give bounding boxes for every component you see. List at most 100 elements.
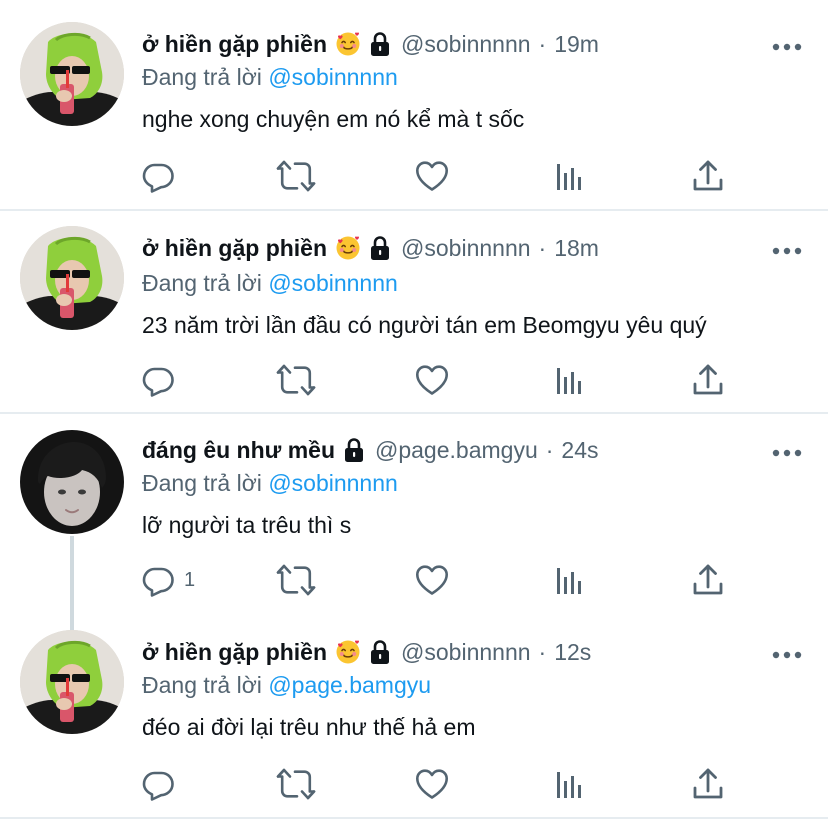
heart-icon bbox=[414, 362, 450, 398]
smiling-face-with-hearts-icon bbox=[335, 639, 361, 665]
reply-button[interactable] bbox=[140, 362, 184, 398]
analytics-icon bbox=[552, 766, 588, 802]
replying-to-label: Đang trả lời bbox=[142, 270, 262, 296]
timestamp[interactable]: 12s bbox=[554, 639, 591, 666]
retweet-icon bbox=[276, 362, 316, 398]
share-icon bbox=[690, 362, 726, 398]
replying-to-label: Đang trả lời bbox=[142, 672, 262, 698]
display-name[interactable]: đáng êu như mều bbox=[142, 437, 335, 464]
like-button[interactable] bbox=[414, 766, 450, 802]
tweet-actions bbox=[140, 766, 740, 802]
avatar[interactable] bbox=[20, 430, 124, 534]
tweet-actions bbox=[140, 362, 740, 398]
separator-dot: · bbox=[538, 638, 547, 665]
display-name[interactable]: ở hiền gặp phiền bbox=[142, 639, 327, 666]
replying-to: Đang trả lời @page.bamgyu bbox=[142, 672, 431, 699]
reply-count: 1 bbox=[184, 568, 196, 591]
reply-mention-link[interactable]: @sobinnnnn bbox=[268, 64, 398, 90]
tweet-text: nghe xong chuyện em nó kể mà t sốc bbox=[142, 106, 525, 132]
retweet-button[interactable] bbox=[276, 562, 316, 598]
retweet-icon bbox=[276, 562, 316, 598]
user-handle[interactable]: @page.bamgyu bbox=[375, 437, 538, 464]
heart-icon bbox=[414, 562, 450, 598]
lock-icon bbox=[343, 437, 365, 463]
views-button[interactable] bbox=[552, 766, 588, 802]
replying-to: Đang trả lời @sobinnnnn bbox=[142, 270, 398, 297]
replying-to-label: Đang trả lời bbox=[142, 64, 262, 90]
avatar[interactable] bbox=[20, 22, 124, 126]
tweet-text: đéo ai đời lại trêu như thế hả em bbox=[142, 714, 476, 740]
replying-to: Đang trả lời @sobinnnnn bbox=[142, 64, 398, 91]
reply-icon bbox=[140, 562, 176, 598]
tweet-actions: 1 bbox=[140, 562, 740, 598]
user-handle[interactable]: @sobinnnnn bbox=[401, 31, 531, 58]
avatar[interactable] bbox=[20, 630, 124, 734]
timestamp[interactable]: 19m bbox=[554, 31, 599, 58]
tweet[interactable]: ở hiền gặp phiền @sobinnnnn · 19m Đang t… bbox=[0, 0, 828, 210]
share-button[interactable] bbox=[690, 158, 726, 194]
tweet-divider bbox=[0, 209, 828, 211]
display-name[interactable]: ở hiền gặp phiền bbox=[142, 31, 327, 58]
share-button[interactable] bbox=[690, 362, 726, 398]
reply-mention-link[interactable]: @sobinnnnn bbox=[268, 270, 398, 296]
heart-icon bbox=[414, 158, 450, 194]
timestamp[interactable]: 18m bbox=[554, 235, 599, 262]
tweet-actions bbox=[140, 158, 740, 194]
tweet-header: đáng êu như mều @page.bamgyu · 24s bbox=[142, 434, 599, 466]
replying-to-label: Đang trả lời bbox=[142, 470, 262, 496]
more-options-icon[interactable] bbox=[772, 39, 802, 49]
lock-icon bbox=[369, 639, 391, 665]
user-handle[interactable]: @sobinnnnn bbox=[401, 235, 531, 262]
tweet[interactable]: đáng êu như mều @page.bamgyu · 24s Đang … bbox=[0, 414, 828, 614]
timestamp[interactable]: 24s bbox=[561, 437, 598, 464]
like-button[interactable] bbox=[414, 362, 450, 398]
tweet[interactable]: ở hiền gặp phiền @sobinnnnn · 12s Đang t… bbox=[0, 616, 828, 820]
tweet[interactable]: ở hiền gặp phiền @sobinnnnn · 18m Đang t… bbox=[0, 212, 828, 412]
more-options-icon[interactable] bbox=[772, 243, 802, 253]
retweet-icon bbox=[276, 158, 316, 194]
more-options-icon[interactable] bbox=[772, 445, 802, 455]
reply-button[interactable] bbox=[140, 158, 184, 194]
reply-mention-link[interactable]: @sobinnnnn bbox=[268, 470, 398, 496]
separator-dot: · bbox=[538, 234, 547, 261]
reply-mention-link[interactable]: @page.bamgyu bbox=[268, 672, 431, 698]
replying-to: Đang trả lời @sobinnnnn bbox=[142, 470, 398, 497]
retweet-button[interactable] bbox=[276, 362, 316, 398]
reply-button[interactable] bbox=[140, 766, 184, 802]
heart-icon bbox=[414, 766, 450, 802]
user-handle[interactable]: @sobinnnnn bbox=[401, 639, 531, 666]
retweet-button[interactable] bbox=[276, 766, 316, 802]
lock-icon bbox=[369, 235, 391, 261]
share-button[interactable] bbox=[690, 562, 726, 598]
avatar[interactable] bbox=[20, 226, 124, 330]
smiling-face-with-hearts-icon bbox=[335, 235, 361, 261]
separator-dot: · bbox=[545, 436, 554, 463]
analytics-icon bbox=[552, 362, 588, 398]
smiling-face-with-hearts-icon bbox=[335, 31, 361, 57]
share-icon bbox=[690, 766, 726, 802]
tweet-text: 23 năm trời lần đầu có người tán em Beom… bbox=[142, 312, 707, 338]
share-button[interactable] bbox=[690, 766, 726, 802]
like-button[interactable] bbox=[414, 562, 450, 598]
like-button[interactable] bbox=[414, 158, 450, 194]
analytics-icon bbox=[552, 158, 588, 194]
retweet-button[interactable] bbox=[276, 158, 316, 194]
display-name[interactable]: ở hiền gặp phiền bbox=[142, 235, 327, 262]
tweet-text: lỡ người ta trêu thì s bbox=[142, 512, 352, 538]
views-button[interactable] bbox=[552, 158, 588, 194]
tweet-header: ở hiền gặp phiền @sobinnnnn · 18m bbox=[142, 232, 599, 264]
retweet-icon bbox=[276, 766, 316, 802]
share-icon bbox=[690, 158, 726, 194]
reply-icon bbox=[140, 362, 176, 398]
views-button[interactable] bbox=[552, 562, 588, 598]
lock-icon bbox=[369, 31, 391, 57]
reply-button[interactable]: 1 bbox=[140, 562, 195, 598]
reply-icon bbox=[140, 766, 176, 802]
tweet-header: ở hiền gặp phiền @sobinnnnn · 12s bbox=[142, 636, 591, 668]
reply-icon bbox=[140, 158, 176, 194]
separator-dot: · bbox=[538, 30, 547, 57]
more-options-icon[interactable] bbox=[772, 647, 802, 657]
tweet-divider bbox=[0, 817, 828, 819]
tweet-header: ở hiền gặp phiền @sobinnnnn · 19m bbox=[142, 28, 599, 60]
views-button[interactable] bbox=[552, 362, 588, 398]
